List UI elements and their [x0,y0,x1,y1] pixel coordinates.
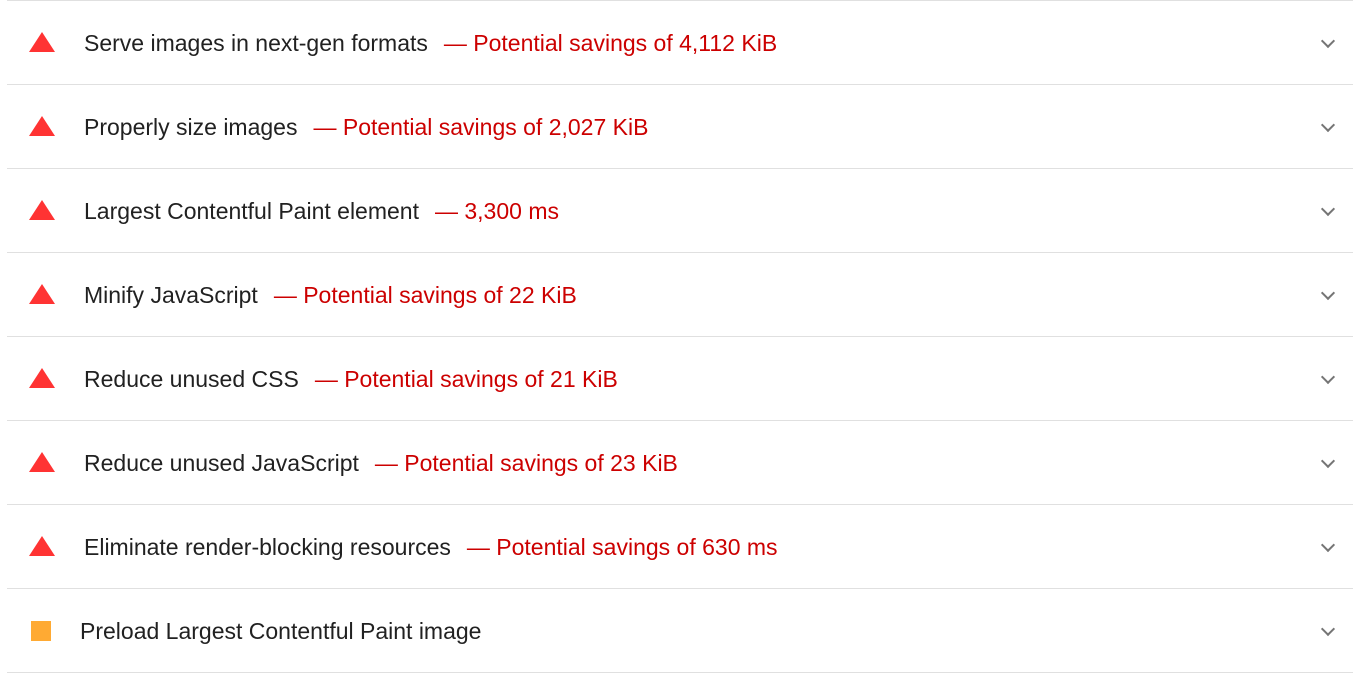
audit-title-wrapper: Minify JavaScript — Potential savings of … [84,281,577,309]
audit-savings: — Potential savings of 630 ms [466,533,778,560]
chevron-down-icon[interactable] [1320,33,1336,48]
audit-savings: — Potential savings of 2,027 KiB [313,113,649,140]
audit-title-wrapper: Largest Contentful Paint element — 3,300 … [84,197,559,225]
chevron-down-icon[interactable] [1320,621,1336,636]
audit-row-render-blocking[interactable]: Eliminate render-blocking resources — Pot… [7,505,1353,589]
audit-row-properly-size-images[interactable]: Properly size images — Potential savings … [7,85,1353,169]
audit-savings: — Potential savings of 4,112 KiB [443,29,778,56]
chevron-down-icon[interactable] [1320,537,1336,552]
audit-title: Properly size images [84,113,298,140]
red-triangle-icon [29,451,55,472]
chevron-down-icon[interactable] [1320,453,1336,468]
red-triangle-icon [29,199,55,220]
chevron-down-icon[interactable] [1320,285,1336,300]
audit-title-wrapper: Preload Largest Contentful Paint image [80,617,481,645]
chevron-down-icon[interactable] [1320,117,1336,132]
chevron-down-icon[interactable] [1320,201,1336,216]
audit-title: Minify JavaScript [84,281,258,308]
audit-savings: — 3,300 ms [434,197,559,224]
chevron-down-icon[interactable] [1320,369,1336,384]
red-triangle-icon [29,31,55,52]
audit-row-unused-javascript[interactable]: Reduce unused JavaScript — Potential savi… [7,421,1353,505]
audit-title-wrapper: Properly size images — Potential savings … [84,113,648,141]
audit-savings: — Potential savings of 23 KiB [374,449,678,476]
audit-title-wrapper: Eliminate render-blocking resources — Pot… [84,533,778,561]
audit-row-lcp-element[interactable]: Largest Contentful Paint element — 3,300 … [7,169,1353,253]
audit-row-next-gen-formats[interactable]: Serve images in next-gen formats — Potent… [7,1,1353,85]
audit-row-unused-css[interactable]: Reduce unused CSS — Potential savings of … [7,337,1353,421]
audit-title: Reduce unused JavaScript [84,449,359,476]
red-triangle-icon [29,367,55,388]
audit-title: Serve images in next-gen formats [84,29,428,56]
audit-row-preload-lcp-image[interactable]: Preload Largest Contentful Paint image [7,589,1353,673]
audit-savings: — Potential savings of 22 KiB [273,281,577,308]
audit-list: Serve images in next-gen formats — Potent… [7,0,1353,673]
audit-title: Largest Contentful Paint element [84,197,419,224]
audit-title-wrapper: Reduce unused CSS — Potential savings of … [84,365,618,393]
audit-row-minify-javascript[interactable]: Minify JavaScript — Potential savings of … [7,253,1353,337]
orange-square-icon [31,620,51,641]
red-triangle-icon [29,283,55,304]
audit-title: Preload Largest Contentful Paint image [80,617,482,644]
audit-savings: — Potential savings of 21 KiB [314,365,618,392]
red-triangle-icon [29,115,55,136]
audit-title: Eliminate render-blocking resources [84,533,451,560]
audit-title: Reduce unused CSS [84,365,299,392]
audit-title-wrapper: Serve images in next-gen formats — Potent… [84,29,777,57]
audit-title-wrapper: Reduce unused JavaScript — Potential savi… [84,449,678,477]
red-triangle-icon [29,535,55,556]
